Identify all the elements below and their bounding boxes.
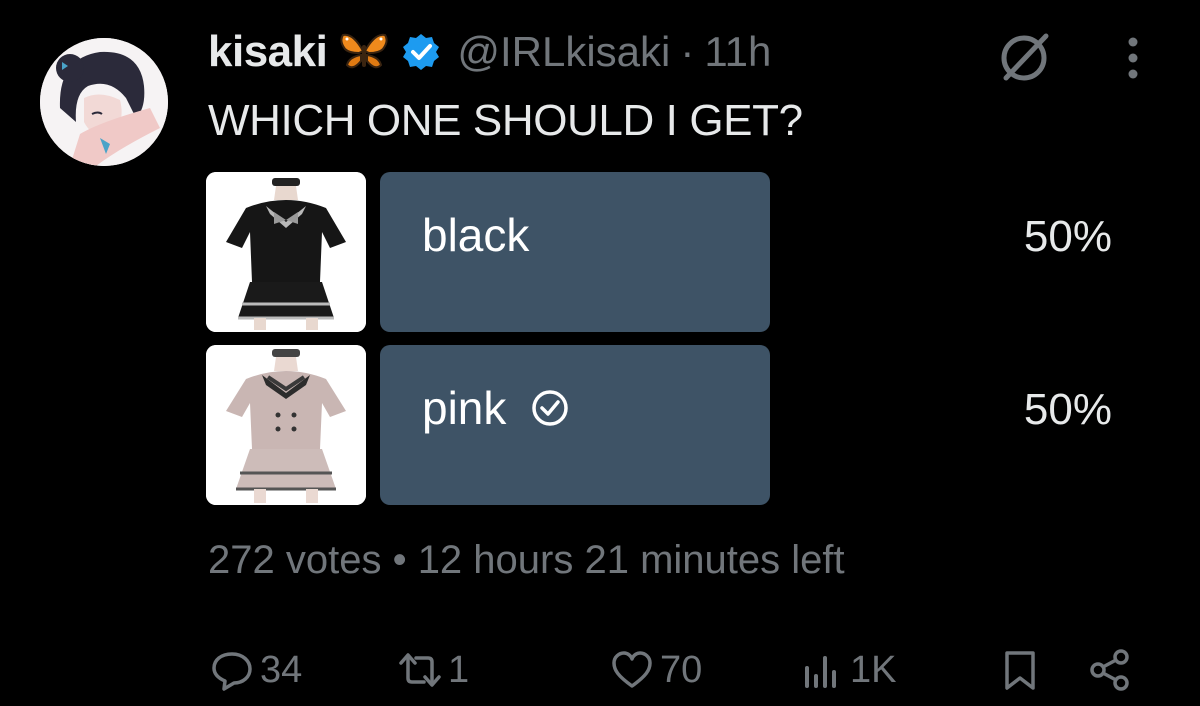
- poll-option-pink-label: pink: [422, 381, 570, 435]
- retweet-icon: [399, 653, 441, 687]
- share-icon: [1090, 649, 1129, 691]
- bookmark-button[interactable]: [998, 648, 1042, 692]
- check-circle-icon: [532, 390, 569, 426]
- views-chart-icon: [805, 656, 836, 688]
- like-count: 70: [660, 648, 703, 691]
- butterfly-icon: [339, 31, 389, 73]
- verified-badge-icon: [401, 32, 441, 72]
- tweet-header: kisaki @IRLkisaki · 11h: [208, 27, 771, 77]
- retweet-count: 1: [448, 648, 470, 691]
- grok-icon[interactable]: [996, 28, 1052, 84]
- action-bar: 34 1 70 1K: [0, 640, 1200, 704]
- black-dress-image[interactable]: [206, 172, 366, 332]
- poll-option-label: pink: [422, 382, 507, 434]
- tweet-text: WHICH ONE SHOULD I GET?: [208, 96, 803, 145]
- pink-dress-image[interactable]: [206, 345, 366, 505]
- like-button[interactable]: 70: [610, 648, 702, 692]
- reply-icon: [212, 652, 252, 691]
- poll-option-label: black: [422, 209, 530, 261]
- share-button[interactable]: [1088, 648, 1132, 692]
- tweet-time[interactable]: 11h: [704, 28, 771, 76]
- more-options-icon[interactable]: [1118, 36, 1148, 80]
- separator-dot: ·: [680, 28, 695, 75]
- poll-option-pink-percent: 50%: [1023, 385, 1112, 434]
- reply-count: 34: [260, 648, 303, 691]
- views-button[interactable]: 1K: [800, 648, 896, 692]
- poll-option-black-percent: 50%: [1023, 212, 1112, 261]
- bookmark-icon: [1005, 651, 1035, 690]
- retweet-button[interactable]: 1: [398, 648, 469, 692]
- heart-icon: [612, 651, 652, 688]
- views-count: 1K: [850, 648, 897, 691]
- author-handle[interactable]: @IRLkisaki: [457, 28, 670, 76]
- avatar[interactable]: [40, 38, 168, 166]
- author-name[interactable]: kisaki: [208, 27, 328, 77]
- poll-option-black-label: black: [422, 208, 529, 262]
- reply-button[interactable]: 34: [210, 648, 302, 692]
- poll-meta: 272 votes • 12 hours 21 minutes left: [208, 538, 845, 582]
